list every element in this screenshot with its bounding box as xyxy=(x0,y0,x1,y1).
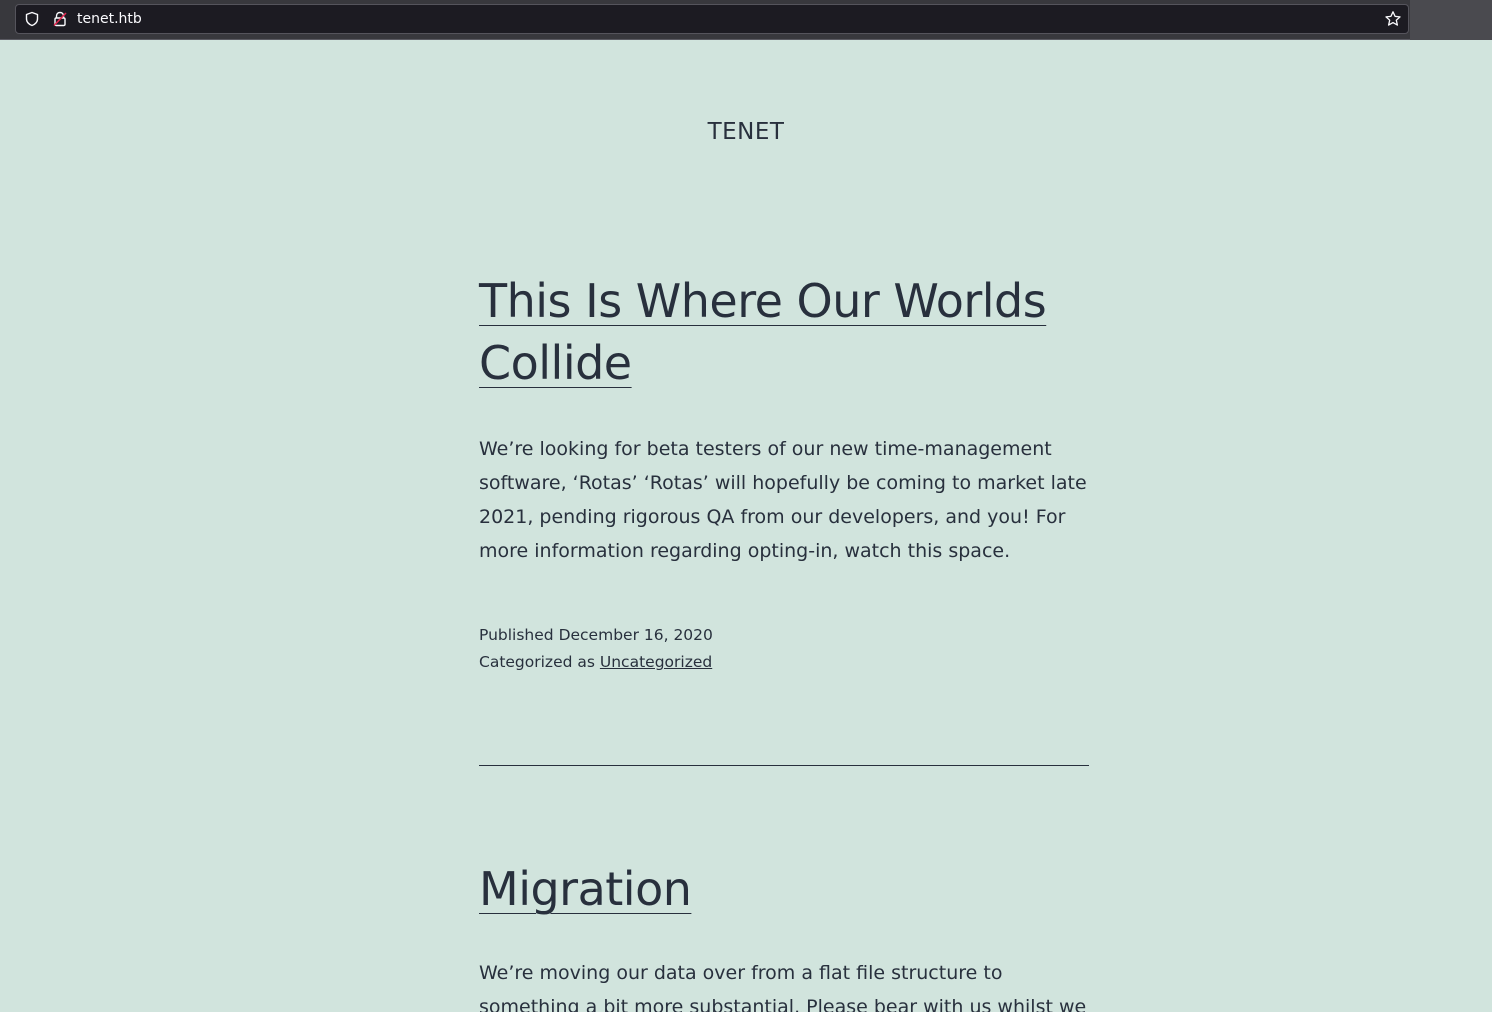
post-title: This Is Where Our Worlds Collide xyxy=(479,270,1089,394)
published-line: Published December 16, 2020 xyxy=(479,622,1089,649)
post-title: Migration xyxy=(479,858,1089,920)
category-line: Categorized as Uncategorized xyxy=(479,649,1089,676)
category-label: Categorized as xyxy=(479,653,595,671)
category-link[interactable]: Uncategorized xyxy=(600,653,712,671)
url-text[interactable]: tenet.htb xyxy=(77,11,142,27)
lock-icon[interactable] xyxy=(52,11,68,27)
post-title-line-2: Collide xyxy=(479,336,632,390)
post-excerpt: We’re moving our data over from a flat f… xyxy=(479,962,1087,1012)
post-title-link[interactable]: This Is Where Our Worlds Collide xyxy=(479,274,1047,390)
post: This Is Where Our Worlds Collide We’re lo… xyxy=(479,270,1089,676)
bookmark-star-icon[interactable] xyxy=(1384,10,1402,28)
post: Migration We’re moving our data over fro… xyxy=(479,858,1089,1012)
shield-icon[interactable] xyxy=(24,11,40,27)
post-title-link[interactable]: Migration xyxy=(479,862,692,916)
url-bar[interactable]: tenet.htb xyxy=(15,4,1409,34)
post-title-line-1: This Is Where Our Worlds xyxy=(479,274,1047,328)
published-date: December 16, 2020 xyxy=(558,626,713,644)
browser-toolbar: tenet.htb xyxy=(0,0,1492,40)
post-meta: Published December 16, 2020 Categorized … xyxy=(479,622,1089,676)
post-excerpt: We’re looking for beta testers of our ne… xyxy=(479,438,1087,562)
posts-list: This Is Where Our Worlds Collide We’re lo… xyxy=(479,270,1089,1012)
post-separator xyxy=(479,765,1089,766)
site-title[interactable]: TENET xyxy=(0,117,1492,147)
published-label: Published xyxy=(479,626,554,644)
toolbar-extension-area xyxy=(1410,0,1492,40)
